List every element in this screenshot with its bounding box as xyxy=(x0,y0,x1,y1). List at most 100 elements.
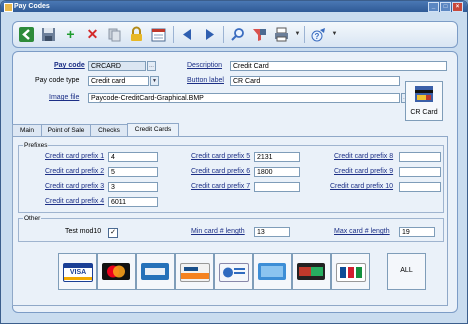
title-bar: Pay Codes _ □ × xyxy=(1,1,467,12)
description-input[interactable]: Credit Card xyxy=(230,61,447,71)
min-card-length-label: Min card # length xyxy=(191,228,245,235)
card-button-jcb[interactable] xyxy=(331,253,370,290)
max-card-length-input[interactable]: 19 xyxy=(399,227,435,237)
prefix-2-input[interactable]: 5 xyxy=(108,167,158,177)
jcb-icon xyxy=(336,263,366,282)
print-button[interactable] xyxy=(273,26,290,43)
lock-icon xyxy=(131,26,142,41)
min-card-length-input[interactable]: 13 xyxy=(254,227,290,237)
minimize-button[interactable]: _ xyxy=(428,2,439,12)
add-icon: + xyxy=(66,26,75,42)
prefix-6-label: Credit card prefix 6 xyxy=(191,168,251,175)
filter-button[interactable] xyxy=(251,26,268,43)
delete-icon: ✕ xyxy=(86,26,99,42)
prefix-1-input[interactable]: 4 xyxy=(108,152,158,162)
exit-icon xyxy=(19,27,34,42)
pay-code-lookup-button[interactable]: … xyxy=(147,61,156,71)
card-button-generic[interactable] xyxy=(253,253,292,290)
chevron-down-icon: ▼ xyxy=(331,31,338,37)
help-button[interactable]: ? xyxy=(310,26,327,43)
prefix-10-input[interactable] xyxy=(399,182,441,192)
prefix-3-label: Credit card prefix 3 xyxy=(45,183,105,190)
prefix-10-label: Credit card prefix 10 xyxy=(330,183,394,190)
diners-club-icon xyxy=(219,263,249,282)
toolbar-separator xyxy=(304,26,305,43)
copy-button[interactable] xyxy=(106,26,123,43)
card-button-visa[interactable]: VISA xyxy=(58,253,97,290)
save-icon xyxy=(42,28,55,41)
pay-code-type-label: Pay code type xyxy=(35,77,80,84)
prefix-9-label: Credit card prefix 9 xyxy=(334,168,394,175)
close-button[interactable]: × xyxy=(452,2,463,12)
card-button-all[interactable]: ALL xyxy=(387,253,426,290)
prefix-4-input[interactable]: 6011 xyxy=(108,197,158,207)
next-icon xyxy=(206,29,214,40)
prefix-7-label: Credit card prefix 7 xyxy=(191,183,251,190)
visa-icon: VISA xyxy=(63,263,93,282)
app-icon xyxy=(4,3,13,12)
checkmark-icon: ✓ xyxy=(110,229,116,236)
print-icon xyxy=(275,27,288,42)
toolbar-separator xyxy=(223,26,224,43)
enroute-icon xyxy=(297,263,325,280)
search-button[interactable] xyxy=(229,26,246,43)
help-icon: ? xyxy=(311,28,325,42)
prefix-7-input[interactable] xyxy=(254,182,300,192)
exit-button[interactable] xyxy=(18,26,35,43)
pay-code-input[interactable]: CRCARD xyxy=(88,61,146,71)
pay-code-type-dropdown[interactable]: ▼ xyxy=(150,76,159,86)
calendar-icon xyxy=(151,28,166,42)
card-button-discover[interactable] xyxy=(175,253,214,290)
prefix-9-input[interactable] xyxy=(399,167,441,177)
max-card-length-label: Max card # length xyxy=(334,228,390,235)
other-group-label: Other xyxy=(23,214,42,223)
save-button[interactable] xyxy=(40,26,57,43)
button-preview[interactable]: CR Card xyxy=(405,81,443,121)
amex-icon xyxy=(141,263,169,280)
pay-code-type-select[interactable]: Credit card xyxy=(88,76,149,86)
copy-icon xyxy=(108,28,121,42)
add-button[interactable]: + xyxy=(62,26,79,43)
previous-button[interactable] xyxy=(179,26,196,43)
lock-button[interactable] xyxy=(128,26,145,43)
next-button[interactable] xyxy=(201,26,218,43)
prefixes-group-label: Prefixes xyxy=(23,141,49,150)
discover-icon xyxy=(180,263,210,282)
prefix-4-label: Credit card prefix 4 xyxy=(45,198,105,205)
previous-icon xyxy=(183,29,191,40)
card-button-enroute[interactable] xyxy=(292,253,331,290)
prefix-3-input[interactable]: 3 xyxy=(108,182,158,192)
image-file-input[interactable]: Paycode-CreditCard-Graphical.BMP xyxy=(88,93,400,103)
visa-logo-text: VISA xyxy=(69,269,87,276)
prefix-8-label: Credit card prefix 8 xyxy=(334,153,394,160)
toolbar: + ✕ ▼ ? ▼ xyxy=(12,21,458,48)
pay-code-label: Pay code xyxy=(54,62,85,69)
delete-button[interactable]: ✕ xyxy=(84,26,101,43)
card-button-mastercard[interactable] xyxy=(97,253,136,290)
test-mod10-label: Test mod10 xyxy=(65,228,102,235)
mastercard-icon xyxy=(102,263,130,280)
prefix-5-label: Credit card prefix 5 xyxy=(191,153,251,160)
prefix-6-input[interactable]: 1800 xyxy=(254,167,300,177)
description-label: Description xyxy=(187,62,223,69)
chevron-down-icon: ▼ xyxy=(152,78,157,84)
button-label-input[interactable]: CR Card xyxy=(230,76,400,86)
help-dropdown[interactable]: ▼ xyxy=(326,26,343,43)
calendar-button[interactable] xyxy=(150,26,167,43)
prefix-8-input[interactable] xyxy=(399,152,441,162)
button-preview-label: CR Card xyxy=(410,109,438,116)
prefix-1-label: Credit card prefix 1 xyxy=(45,153,105,160)
card-button-diners[interactable] xyxy=(214,253,253,290)
generic-card-icon xyxy=(258,263,286,280)
test-mod10-checkbox[interactable]: ✓ xyxy=(108,228,118,238)
pay-codes-window: Pay Codes _ □ × + ✕ ▼ ? ▼ Pay code CRCAR… xyxy=(0,0,468,324)
window-title: Pay Codes xyxy=(14,3,50,10)
button-label-label: Button label xyxy=(187,77,224,84)
prefix-5-input[interactable]: 2131 xyxy=(254,152,300,162)
toolbar-separator xyxy=(173,26,174,43)
svg-text:?: ? xyxy=(315,32,320,41)
credit-card-icon xyxy=(415,86,433,102)
card-button-amex[interactable] xyxy=(136,253,175,290)
maximize-button[interactable]: □ xyxy=(440,2,451,12)
chevron-down-icon: ▼ xyxy=(294,31,301,37)
